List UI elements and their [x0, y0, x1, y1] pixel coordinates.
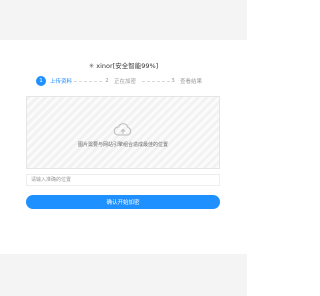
step-number: 1 [36, 76, 46, 86]
step-label: 查看结果 [180, 79, 203, 85]
page-title-text: xinor[安全智能99%] [96, 62, 159, 70]
page: ✳ xinor[安全智能99%] 1 上传资料 2 正在加密 3 查看结果 图片需… [0, 0, 247, 296]
position-input[interactable] [26, 174, 220, 186]
step-result[interactable]: 3 查看结果 [170, 75, 202, 87]
step-label: 正在加密 [114, 79, 137, 85]
progress-steps: 1 上传资料 2 正在加密 3 查看结果 [36, 75, 226, 87]
step-encrypting[interactable]: 2 正在加密 [104, 75, 136, 87]
step-upload[interactable]: 1 上传资料 [36, 75, 72, 87]
step-connector [74, 81, 102, 82]
step-label: 上传资料 [50, 79, 73, 85]
sparkle-icon: ✳ [88, 62, 95, 70]
upload-hint: 图片需要与网站引擎组合造成最佳的位置 [77, 142, 168, 148]
page-title: ✳ xinor[安全智能99%] [0, 62, 247, 70]
cloud-upload-icon [113, 123, 132, 136]
step-connector [142, 81, 170, 82]
step-number: 3 [171, 78, 175, 84]
step-number: 2 [105, 78, 109, 84]
confirm-button[interactable]: 确认开始加密 [26, 195, 220, 209]
